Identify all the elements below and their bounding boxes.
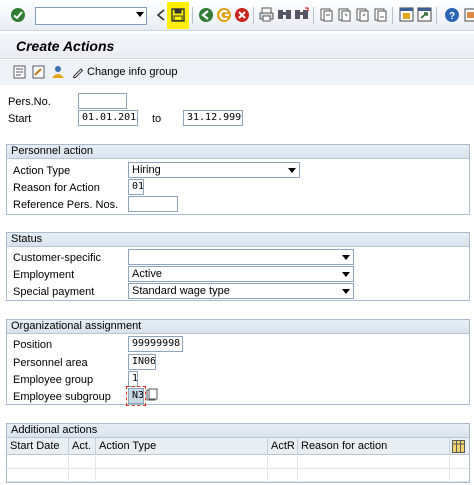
start-date-input[interactable]: 01.01.2015	[78, 110, 138, 126]
toolbar-separator	[253, 7, 254, 24]
reference-pers-nos-input[interactable]	[128, 196, 178, 212]
reference-pers-nos-label: Reference Pers. Nos.	[13, 199, 119, 211]
table-cell[interactable]	[7, 456, 69, 469]
employee-group-label: Employee group	[13, 374, 94, 386]
position-label: Position	[13, 339, 53, 351]
pers-no-input[interactable]	[78, 93, 127, 109]
table-cell[interactable]	[298, 456, 450, 469]
table-cell[interactable]	[7, 469, 69, 482]
organizational-assignment-title: Organizational assignment	[7, 320, 469, 334]
change-icon[interactable]	[32, 65, 46, 79]
cancel-icon[interactable]	[233, 6, 250, 23]
organizational-assignment-group: Organizational assignment Position 99999…	[6, 319, 470, 406]
personnel-area-label: Personnel area	[13, 357, 88, 369]
chevron-down-icon[interactable]	[342, 255, 350, 260]
position-input[interactable]: 99999998	[128, 336, 183, 352]
employee-group-input[interactable]: 1	[128, 371, 138, 387]
value-help-icon[interactable]	[146, 388, 158, 402]
first-page-icon[interactable]	[318, 6, 335, 23]
chevron-down-icon[interactable]	[342, 289, 350, 294]
table-cell[interactable]	[96, 469, 268, 482]
special-payment-label: Special payment	[13, 286, 95, 298]
table-cell[interactable]	[69, 456, 96, 469]
special-payment-dropdown[interactable]: Standard wage type	[128, 283, 354, 299]
enter-icon[interactable]	[9, 6, 26, 23]
column-header-reason-for-action[interactable]: Reason for action	[298, 438, 450, 455]
table-row[interactable]	[7, 456, 469, 469]
page-title: Create Actions	[16, 38, 115, 54]
reason-for-action-label: Reason for Action	[13, 182, 100, 194]
status-group: Status Customer-specific Employment Acti…	[6, 232, 470, 301]
chevron-down-icon[interactable]	[136, 12, 144, 17]
personnel-action-group: Personnel action Action Type Hiring Reas…	[6, 144, 470, 215]
new-session-icon[interactable]	[398, 6, 415, 23]
table-cell[interactable]	[96, 456, 268, 469]
toolbar-separator	[392, 7, 393, 24]
table-cell[interactable]	[268, 456, 298, 469]
change-info-group-label: Change info group	[87, 66, 178, 78]
reason-for-action-input[interactable]: 01	[128, 179, 144, 195]
print-icon[interactable]	[258, 6, 275, 23]
additional-actions-table-header: Start Date Act. Action Type ActR Reason …	[7, 438, 469, 455]
column-header-actr[interactable]: ActR	[268, 438, 298, 455]
table-cell[interactable]	[298, 469, 450, 482]
employment-dropdown[interactable]: Active	[128, 266, 354, 282]
table-cell[interactable]	[268, 469, 298, 482]
last-page-icon[interactable]	[372, 6, 389, 23]
action-type-dropdown[interactable]: Hiring	[128, 162, 300, 178]
previous-page-icon[interactable]	[336, 6, 353, 23]
application-toolbar: Change info group	[0, 60, 474, 85]
pers-no-label: Pers.No.	[8, 96, 51, 108]
next-page-icon[interactable]	[354, 6, 371, 23]
toolbar-separator	[436, 7, 437, 24]
chevron-down-icon[interactable]	[342, 272, 350, 277]
back-icon[interactable]	[197, 6, 214, 23]
display-icon[interactable]	[13, 65, 27, 79]
additional-actions-group: Additional actions Start Date Act. Actio…	[6, 423, 470, 483]
shortcut-icon[interactable]	[416, 6, 433, 23]
exit-icon[interactable]	[215, 6, 232, 23]
change-info-group-button[interactable]: Change info group	[72, 63, 178, 81]
title-bar: Create Actions	[0, 33, 474, 59]
to-label: to	[152, 113, 162, 125]
employment-value: Active	[132, 268, 162, 280]
person-icon[interactable]	[51, 65, 65, 79]
chevron-down-icon[interactable]	[288, 168, 296, 173]
customer-specific-label: Customer-specific	[13, 252, 102, 264]
toolbar-separator	[313, 7, 314, 24]
save-icon[interactable]	[169, 6, 186, 23]
customize-layout-icon[interactable]	[461, 6, 474, 23]
start-label: Start	[8, 113, 32, 125]
special-payment-value: Standard wage type	[132, 285, 230, 297]
personnel-action-title: Personnel action	[7, 145, 469, 159]
table-settings-icon[interactable]	[452, 440, 465, 453]
command-field[interactable]	[35, 7, 147, 25]
table-row[interactable]	[7, 469, 469, 482]
action-type-label: Action Type	[13, 165, 71, 177]
help-icon[interactable]: ?	[443, 6, 460, 23]
status-title: Status	[7, 233, 469, 247]
pencil-icon	[72, 68, 84, 78]
additional-actions-title: Additional actions	[7, 424, 469, 438]
toolbar-separator	[192, 7, 193, 24]
column-header-act[interactable]: Act.	[69, 438, 96, 455]
end-date-input[interactable]: 31.12.9999	[183, 110, 243, 126]
employment-label: Employment	[13, 269, 75, 281]
employee-subgroup-label: Employee subgroup	[13, 391, 111, 403]
svg-text:?: ?	[448, 11, 454, 22]
personnel-area-input[interactable]: IN06	[128, 354, 156, 370]
column-header-action-type[interactable]: Action Type	[96, 438, 268, 455]
employee-subgroup-input[interactable]: N3	[128, 388, 144, 404]
column-header-start-date[interactable]: Start Date	[7, 438, 69, 455]
customer-specific-dropdown[interactable]	[128, 249, 354, 265]
main-content: Pers.No. Start 01.01.2015 to 31.12.9999 …	[0, 86, 474, 485]
find-icon[interactable]	[276, 6, 293, 23]
system-toolbar: ?	[0, 0, 474, 31]
find-next-icon[interactable]	[293, 6, 310, 23]
action-type-value: Hiring	[132, 164, 161, 176]
table-cell[interactable]	[69, 469, 96, 482]
